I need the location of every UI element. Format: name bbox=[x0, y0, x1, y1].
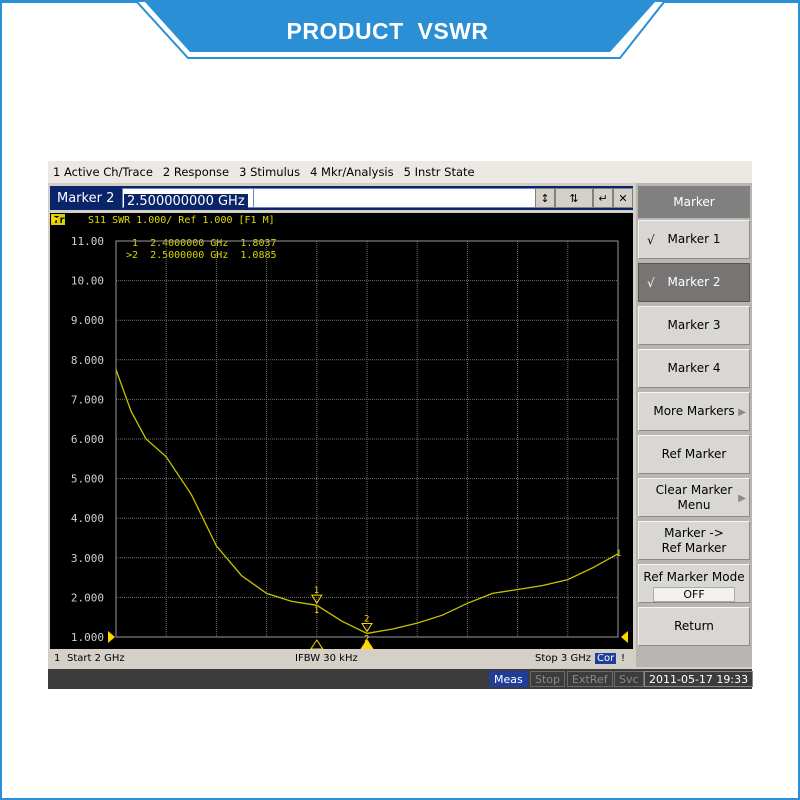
stop-frequency[interactable]: Stop 3 GHz bbox=[535, 653, 591, 664]
menu-response[interactable]: 2 Response bbox=[163, 165, 229, 179]
y-tick-label: 5.000 bbox=[71, 473, 104, 486]
softkey-marker-to-ref[interactable]: Marker -> Ref Marker bbox=[638, 521, 750, 560]
softkey-label: Marker 3 bbox=[667, 318, 721, 332]
instrument-status-bar: Meas Stop ExtRef Svc 2011-05-17 19:33 bbox=[48, 669, 754, 689]
menu-instr-state[interactable]: 5 Instr State bbox=[404, 165, 475, 179]
entry-field-fill[interactable] bbox=[254, 188, 535, 208]
y-tick-label: 6.000 bbox=[71, 433, 104, 446]
marker-1-label: 1 bbox=[314, 586, 319, 596]
ref-level-right-arrow bbox=[621, 631, 628, 643]
menu-bar: 1 Active Ch/Trace 2 Response 3 Stimulus … bbox=[48, 161, 752, 183]
y-tick-label: 7.000 bbox=[71, 393, 104, 406]
menu-mkr-analysis[interactable]: 4 Mkr/Analysis bbox=[310, 165, 394, 179]
start-frequency[interactable]: Start 2 GHz bbox=[67, 653, 125, 664]
softkey-more-markers[interactable]: More Markers ▶ bbox=[638, 392, 750, 431]
softkey-panel: Marker √ Marker 1 √ Marker 2 Marker 3 Mark… bbox=[636, 183, 752, 667]
marker1-readout: 1 2.4000000 GHz 1.8037 bbox=[126, 238, 277, 249]
softkey-label: Marker -> Ref Marker bbox=[661, 525, 727, 555]
svc-indicator: Svc bbox=[614, 671, 644, 687]
menu-stimulus[interactable]: 3 Stimulus bbox=[239, 165, 300, 179]
softkey-label: Marker 1 bbox=[667, 232, 721, 246]
checkmark-icon: √ bbox=[647, 233, 655, 247]
softkey-label: Ref Marker bbox=[661, 447, 727, 461]
stop-indicator: Stop bbox=[530, 671, 566, 687]
y-tick-label: 8.000 bbox=[71, 354, 104, 367]
banner: PRODUCT VSWR bbox=[0, 0, 800, 80]
softkey-label: More Markers bbox=[653, 404, 735, 418]
softkey-marker-4[interactable]: Marker 4 bbox=[638, 349, 750, 388]
submenu-arrow-icon: ▶ bbox=[738, 407, 746, 418]
correction-badge: Cor bbox=[595, 653, 617, 664]
y-tick-label: 11.00 bbox=[71, 235, 104, 248]
submenu-arrow-icon: ▶ bbox=[738, 493, 746, 504]
softkey-label: Clear Marker Menu bbox=[655, 482, 733, 512]
softkey-label: Marker 2 bbox=[667, 275, 721, 289]
swr-chart: Tr1 S11 SWR 1.000/ Ref 1.000 [F1 M] 1 2.… bbox=[51, 214, 628, 650]
channel-status-bar: 1 Start 2 GHz IFBW 30 kHz Stop 3 GHz Cor… bbox=[50, 651, 633, 667]
y-tick-label: 10.00 bbox=[71, 275, 104, 288]
y-tick-label: 3.000 bbox=[71, 552, 104, 565]
date-time: 2011-05-17 19:33 bbox=[644, 671, 754, 687]
marker-2-label: 2 bbox=[364, 614, 369, 624]
marker2-readout: >2 2.5000000 GHz 1.0885 bbox=[126, 250, 277, 261]
marker-1-axis-triangle bbox=[309, 639, 324, 650]
meas-indicator: Meas bbox=[489, 671, 528, 687]
y-tick-label: 2.000 bbox=[71, 591, 104, 604]
plot-area[interactable]: Tr1 S11 SWR 1.000/ Ref 1.000 [F1 M] 1 2.… bbox=[50, 213, 633, 650]
y-tick-label: 1.000 bbox=[71, 631, 104, 644]
channel-number: 1 bbox=[54, 653, 61, 664]
menu-active-ch-trace[interactable]: 1 Active Ch/Trace bbox=[53, 165, 153, 179]
softkey-ref-marker-mode[interactable]: Ref Marker Mode OFF bbox=[638, 564, 750, 603]
ref-level-left-arrow bbox=[108, 631, 115, 643]
spin-updown-icon[interactable]: ↕ bbox=[535, 188, 555, 208]
analyzer-window: 1 Active Ch/Trace 2 Response 3 Stimulus … bbox=[48, 161, 754, 689]
ref-marker-mode-value: OFF bbox=[653, 587, 735, 602]
softkey-marker-3[interactable]: Marker 3 bbox=[638, 306, 750, 345]
trace-end-label: 1 bbox=[616, 549, 621, 559]
entry-label: Marker 2 bbox=[57, 190, 115, 206]
y-tick-label: 4.000 bbox=[71, 512, 104, 525]
trace-header: S11 SWR 1.000/ Ref 1.000 [F1 M] bbox=[88, 215, 275, 226]
marker-2-axis-triangle bbox=[360, 639, 374, 650]
marker-1-bottom-label: 1 bbox=[314, 606, 319, 616]
softkey-label: Return bbox=[674, 619, 714, 633]
enter-icon[interactable]: ↵ bbox=[593, 188, 613, 208]
softkey-label: Ref Marker Mode bbox=[643, 570, 745, 584]
close-icon[interactable]: ✕ bbox=[613, 188, 633, 208]
softkey-marker-2[interactable]: √ Marker 2 bbox=[638, 263, 750, 302]
checkmark-icon: √ bbox=[647, 276, 655, 290]
status-exclamation: ! bbox=[621, 653, 626, 664]
marker-frequency-input[interactable]: 2.500000000 GHz bbox=[122, 188, 254, 210]
softkey-ref-marker[interactable]: Ref Marker bbox=[638, 435, 750, 474]
softkey-clear-marker-menu[interactable]: Clear Marker Menu ▶ bbox=[638, 478, 750, 517]
y-tick-label: 9.000 bbox=[71, 314, 104, 327]
softkey-label: Marker 4 bbox=[667, 361, 721, 375]
entry-bar: Marker 2 2.500000000 GHz ↕ ⇅ ↵ ✕ bbox=[50, 186, 633, 210]
extref-indicator: ExtRef bbox=[567, 671, 613, 687]
ifbw[interactable]: IFBW 30 kHz bbox=[295, 653, 358, 664]
banner-title: PRODUCT VSWR bbox=[286, 18, 489, 44]
marker-frequency-value: 2.500000000 GHz bbox=[124, 194, 248, 210]
softkey-return[interactable]: Return bbox=[638, 607, 750, 646]
softkey-title: Marker bbox=[638, 186, 750, 218]
softkey-marker-1[interactable]: √ Marker 1 bbox=[638, 220, 750, 259]
spin-step-icon[interactable]: ⇅ bbox=[555, 188, 593, 208]
